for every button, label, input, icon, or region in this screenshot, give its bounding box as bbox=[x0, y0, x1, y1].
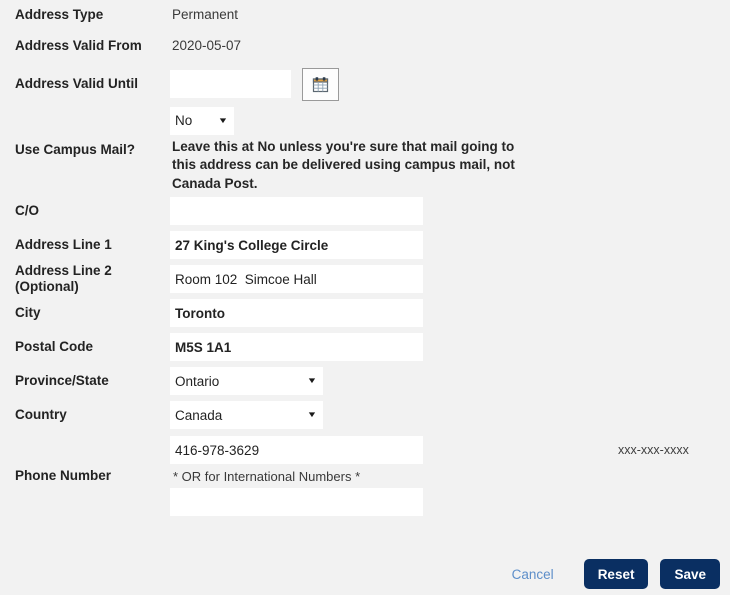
address-line-1-input[interactable] bbox=[170, 231, 423, 259]
campus-mail-selected-value: No bbox=[175, 113, 193, 129]
phone-format-hint: xxx-xxx-xxxx bbox=[618, 443, 689, 457]
field-postal-code bbox=[170, 333, 730, 361]
field-address-valid-until bbox=[170, 67, 730, 101]
row-country: Country Canada ▼ bbox=[0, 398, 730, 432]
row-city: City bbox=[0, 296, 730, 330]
field-country: Canada ▼ bbox=[170, 401, 730, 429]
form-footer: Cancel Reset Save bbox=[0, 553, 730, 595]
reset-button[interactable]: Reset bbox=[583, 559, 649, 589]
label-use-campus-mail: Use Campus Mail? bbox=[15, 142, 136, 157]
chevron-down-icon: ▼ bbox=[217, 115, 229, 125]
field-co bbox=[170, 197, 730, 225]
row-address-valid-from: Address Valid From 2020-05-07 bbox=[0, 30, 730, 62]
row-address-type: Address Type Permanent bbox=[0, 0, 730, 30]
city-input[interactable] bbox=[170, 299, 423, 327]
row-postal-code: Postal Code bbox=[0, 330, 730, 364]
country-selected-value: Canada bbox=[175, 407, 223, 423]
label-address-valid-from: Address Valid From bbox=[15, 38, 142, 53]
field-address-line-1 bbox=[170, 231, 730, 259]
value-address-valid-from: 2020-05-07 bbox=[172, 38, 242, 53]
label-address-line-1: Address Line 1 bbox=[15, 237, 112, 252]
address-valid-until-input[interactable] bbox=[170, 70, 291, 98]
province-state-selected-value: Ontario bbox=[175, 373, 220, 389]
address-form: Address Type Permanent Address Valid Fro… bbox=[0, 0, 730, 520]
value-address-type: Permanent bbox=[172, 7, 239, 22]
international-phone-input[interactable] bbox=[170, 488, 423, 516]
label-province-state: Province/State bbox=[15, 373, 109, 388]
label-city: City bbox=[15, 305, 41, 320]
country-select[interactable]: Canada ▼ bbox=[170, 401, 323, 429]
address-line-2-input[interactable] bbox=[170, 265, 423, 293]
row-use-campus-mail: Use Campus Mail? No ▼ Leave this at No u… bbox=[0, 106, 730, 194]
field-use-campus-mail: No ▼ Leave this at No unless you're sure… bbox=[170, 106, 730, 194]
field-city bbox=[170, 299, 730, 327]
phone-number-input[interactable] bbox=[170, 436, 423, 464]
field-address-type: Permanent bbox=[170, 6, 730, 24]
chevron-down-icon: ▼ bbox=[306, 410, 318, 419]
international-number-note: * OR for International Numbers * bbox=[173, 469, 361, 484]
label-postal-code: Postal Code bbox=[15, 339, 94, 354]
row-address-valid-until: Address Valid Until bbox=[0, 62, 730, 106]
label-address-line-2: Address Line 2 (Optional) bbox=[15, 263, 112, 294]
row-phone-number: Phone Number xxx-xxx-xxxx * OR for Inter… bbox=[0, 432, 730, 520]
row-address-line-1: Address Line 1 bbox=[0, 228, 730, 262]
label-co: C/O bbox=[15, 203, 40, 218]
label-address-type: Address Type bbox=[15, 7, 104, 22]
field-address-valid-from: 2020-05-07 bbox=[170, 37, 730, 55]
calendar-icon bbox=[312, 76, 329, 92]
postal-code-input[interactable] bbox=[170, 333, 423, 361]
field-province-state: Ontario ▼ bbox=[170, 367, 730, 395]
label-phone-number: Phone Number bbox=[15, 468, 112, 483]
save-button[interactable]: Save bbox=[660, 559, 720, 589]
field-address-line-2 bbox=[170, 265, 730, 293]
co-input[interactable] bbox=[170, 197, 423, 225]
campus-mail-helper-text: Leave this at No unless you're sure that… bbox=[172, 138, 515, 191]
label-country: Country bbox=[15, 407, 67, 422]
chevron-down-icon: ▼ bbox=[306, 376, 318, 385]
field-phone-number: xxx-xxx-xxxx * OR for International Numb… bbox=[170, 436, 730, 516]
row-co: C/O bbox=[0, 194, 730, 228]
cancel-link[interactable]: Cancel bbox=[512, 567, 554, 582]
province-state-select[interactable]: Ontario ▼ bbox=[170, 367, 323, 395]
campus-mail-select[interactable]: No ▼ bbox=[170, 106, 234, 135]
label-address-valid-until: Address Valid Until bbox=[15, 76, 139, 91]
row-province-state: Province/State Ontario ▼ bbox=[0, 364, 730, 398]
row-address-line-2: Address Line 2 (Optional) bbox=[0, 262, 730, 296]
calendar-picker-button[interactable] bbox=[302, 67, 339, 101]
